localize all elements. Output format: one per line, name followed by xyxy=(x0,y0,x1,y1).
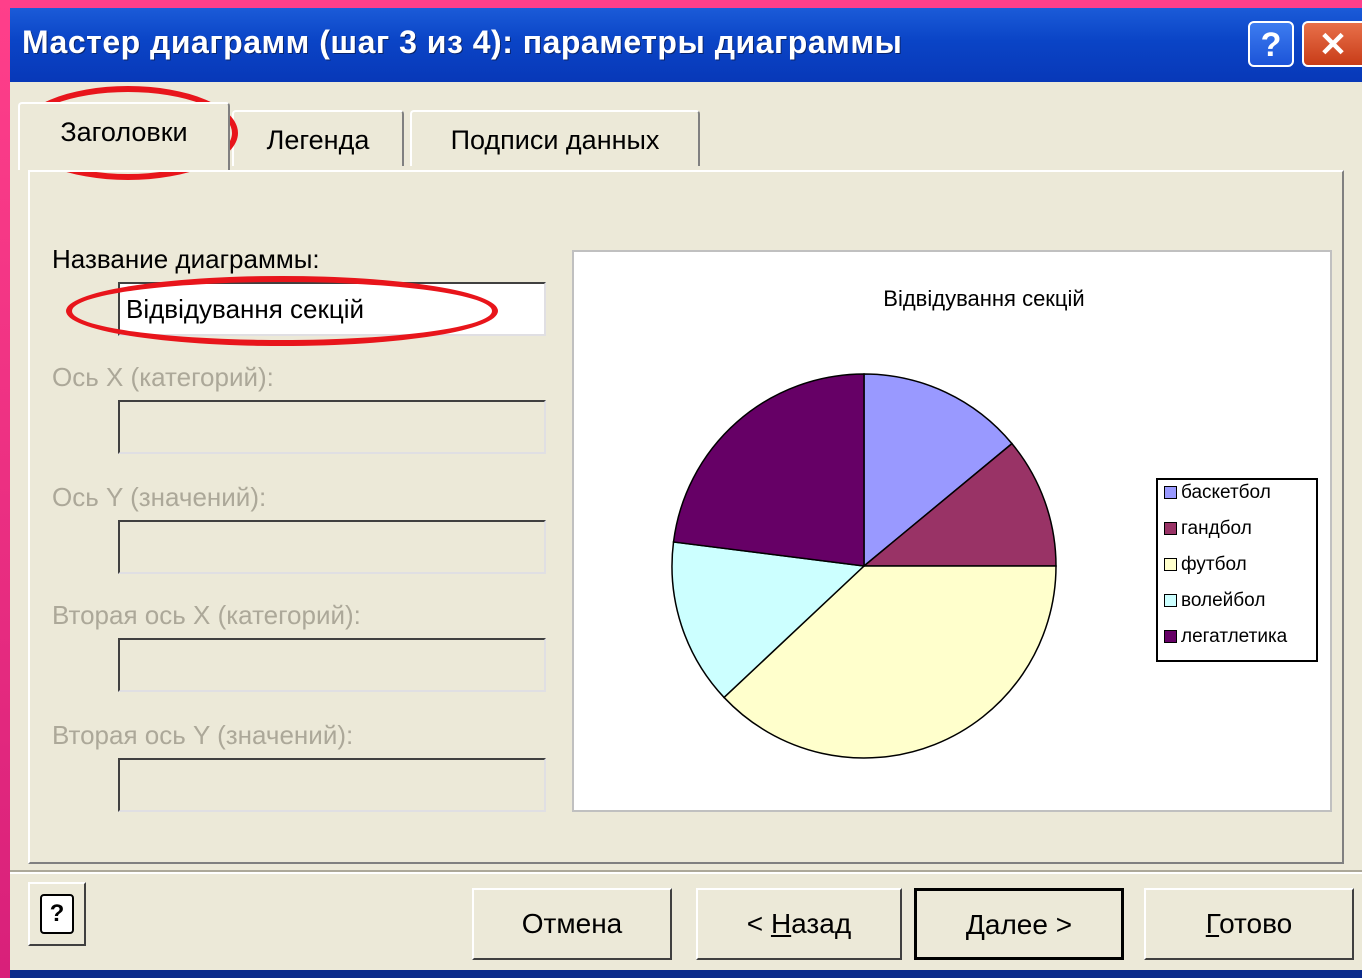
x-axis-field[interactable] xyxy=(118,400,546,454)
legend-swatch-football xyxy=(1164,558,1177,572)
chart-title-label: Название диаграммы: xyxy=(52,244,320,274)
tab-legend-label: Легенда xyxy=(266,125,370,155)
legend-item-handball: гандбол xyxy=(1164,518,1252,552)
legend-label-volleyball: волейбол xyxy=(1181,590,1266,611)
cancel-button[interactable]: Отмена xyxy=(472,888,672,960)
pie-slice-5 xyxy=(672,373,865,567)
next-button[interactable]: Далее > xyxy=(914,888,1124,960)
chart-title-input[interactable] xyxy=(120,284,544,334)
y2-axis-field[interactable] xyxy=(118,758,546,812)
title-bar[interactable]: Мастер диаграмм (шаг 3 из 4): параметры … xyxy=(10,8,1362,82)
legend-swatch-basketball xyxy=(1164,486,1177,500)
tab-legend[interactable]: Легенда xyxy=(232,110,404,166)
tab-data-labels-label: Подписи данных xyxy=(450,125,660,155)
close-icon: ✕ xyxy=(1318,26,1348,64)
background-edge-top xyxy=(0,0,1362,8)
y2-axis-label: Вторая ось Y (значений): xyxy=(52,720,354,750)
close-button[interactable]: ✕ xyxy=(1302,21,1362,67)
chart-title-field[interactable] xyxy=(118,282,546,336)
chart-preview: Відвідування секцій баскетбол гандбол фу… xyxy=(572,250,1332,812)
next-mnemonic: Д xyxy=(965,909,985,940)
legend-item-football: футбол xyxy=(1164,554,1247,588)
help-title-button[interactable]: ? xyxy=(1248,21,1294,67)
legend-item-basketball: баскетбол xyxy=(1164,482,1271,516)
legend-label-athletics: легатлетика xyxy=(1181,626,1288,647)
window-title: Мастер диаграмм (шаг 3 из 4): параметры … xyxy=(22,24,903,60)
cancel-button-label: Отмена xyxy=(521,908,623,939)
y-axis-label: Ось Y (значений): xyxy=(52,482,267,512)
x2-axis-field[interactable] xyxy=(118,638,546,692)
next-rest: алее > xyxy=(984,909,1073,940)
background-edge-left xyxy=(0,0,10,978)
tab-strip: Заголовки Легенда Подписи данных xyxy=(10,98,1362,178)
chart-wizard-dialog: Мастер диаграмм (шаг 3 из 4): параметры … xyxy=(10,8,1362,970)
finish-button[interactable]: Готово xyxy=(1144,888,1354,960)
help-icon: ? xyxy=(40,894,74,934)
x2-axis-label: Вторая ось X (категорий): xyxy=(52,600,361,630)
legend-label-football: футбол xyxy=(1181,554,1247,575)
legend-item-volleyball: волейбол xyxy=(1164,590,1265,624)
legend-swatch-volleyball xyxy=(1164,594,1177,608)
pie-slices xyxy=(671,373,1057,759)
chart-legend: баскетбол гандбол футбол волейбол легатл… xyxy=(1156,478,1318,662)
legend-swatch-athletics xyxy=(1164,630,1177,644)
question-icon: ? xyxy=(1260,26,1282,64)
legend-item-athletics: легатлетика xyxy=(1164,626,1287,660)
back-prefix: < xyxy=(746,908,771,939)
back-rest: азад xyxy=(791,908,852,939)
back-button[interactable]: < Назад xyxy=(696,888,902,960)
preview-chart-title: Відвідування секцій xyxy=(883,286,1084,311)
tab-titles[interactable]: Заголовки xyxy=(18,102,230,170)
back-mnemonic: Н xyxy=(770,908,792,939)
tab-titles-label: Заголовки xyxy=(60,117,188,147)
x-axis-label: Ось X (категорий): xyxy=(52,362,274,392)
y-axis-field[interactable] xyxy=(118,520,546,574)
button-separator xyxy=(10,870,1362,874)
legend-label-handball: гандбол xyxy=(1181,518,1252,539)
legend-swatch-handball xyxy=(1164,522,1177,536)
finish-rest: отово xyxy=(1219,908,1293,939)
finish-mnemonic: Г xyxy=(1205,908,1220,939)
help-button[interactable]: ? xyxy=(28,882,86,946)
legend-label-basketball: баскетбол xyxy=(1181,482,1271,503)
tab-data-labels[interactable]: Подписи данных xyxy=(410,110,700,166)
